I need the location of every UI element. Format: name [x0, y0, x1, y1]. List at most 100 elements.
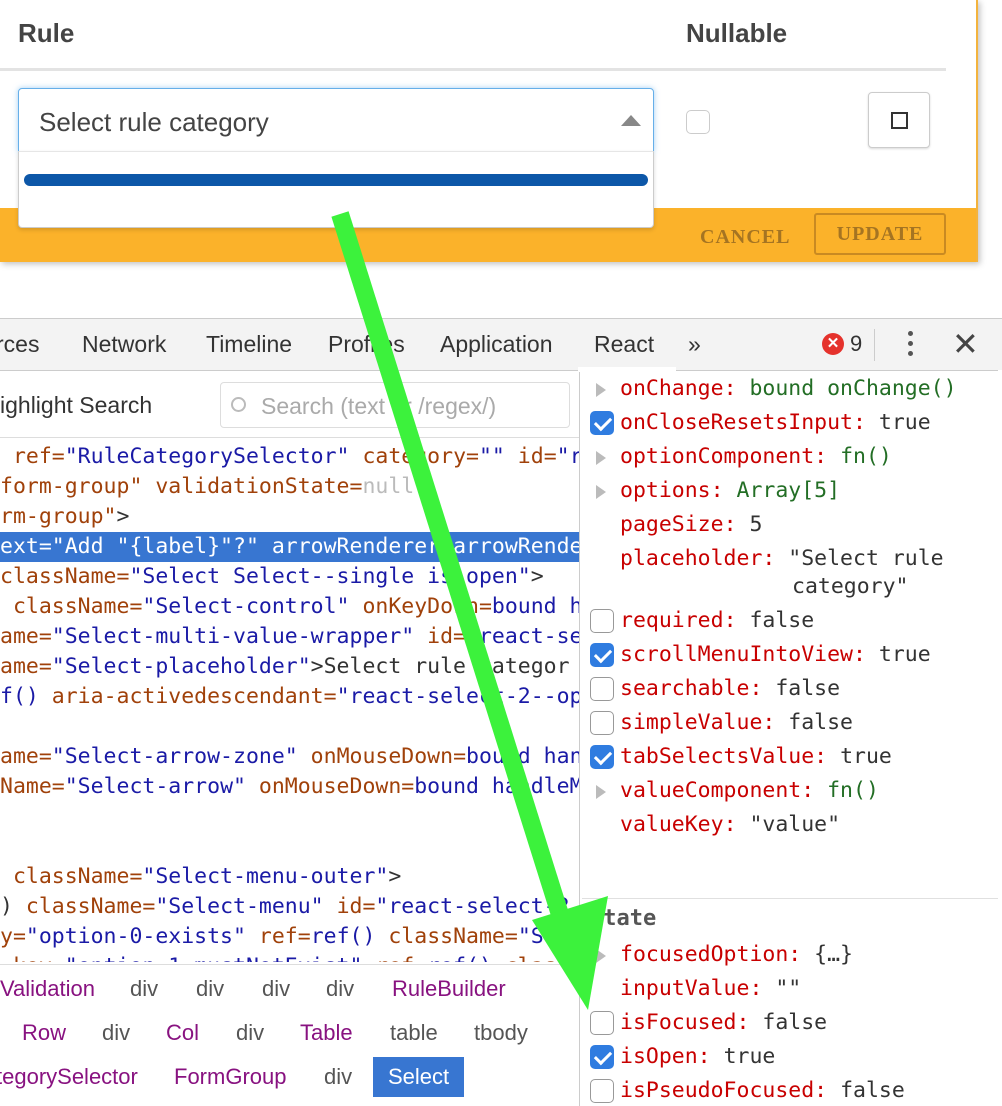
breadcrumb-item[interactable]: div	[236, 1013, 264, 1053]
tree-node[interactable]: className="Select-menu-outer">	[0, 862, 401, 892]
tab-network[interactable]: Network	[82, 331, 166, 358]
cancel-button[interactable]: CANCEL	[700, 226, 790, 249]
tree-node[interactable]: form-group" validationState=null	[0, 472, 414, 502]
bool-checkbox[interactable]	[590, 711, 614, 735]
breadcrumb-item[interactable]: table	[390, 1013, 438, 1053]
prop-row-tabSelectsValue[interactable]: tabSelectsValue: true	[582, 740, 1002, 774]
expand-triangle-icon[interactable]	[596, 383, 606, 397]
close-icon[interactable]: ✕	[952, 325, 979, 363]
kebab-menu-icon[interactable]	[904, 331, 916, 359]
prop-row-isFocused[interactable]: isFocused: false	[582, 1006, 1002, 1040]
tab-profiles[interactable]: Profiles	[328, 331, 405, 358]
prop-row-isOpen[interactable]: isOpen: true	[582, 1040, 1002, 1074]
tree-node[interactable]: className="Select-control" onKeyDown=bou…	[0, 592, 579, 622]
tab-react[interactable]: React	[594, 331, 654, 358]
bool-checkbox[interactable]	[590, 1011, 614, 1035]
expand-triangle-icon[interactable]	[596, 949, 606, 963]
search-input[interactable]	[261, 393, 561, 420]
more-tabs-icon[interactable]: »	[688, 331, 701, 358]
prop-row-searchable[interactable]: searchable: false	[582, 672, 1002, 706]
update-button[interactable]: UPDATE	[814, 213, 946, 255]
bool-checkbox[interactable]	[590, 677, 614, 701]
prop-key-text: isFocused	[620, 1010, 737, 1035]
breadcrumb-item-selected[interactable]: Select	[373, 1057, 465, 1097]
prop-row-valueComponent[interactable]: valueComponent: fn()	[582, 774, 1002, 808]
prop-value: false	[749, 608, 815, 633]
prop-row-onCloseResetsInput[interactable]: onCloseResetsInput: true	[582, 406, 1002, 440]
code-token: )	[0, 894, 13, 919]
code-token: "Select-control"	[142, 594, 350, 619]
bool-checkbox[interactable]	[590, 1045, 614, 1069]
triangle-up-icon[interactable]	[621, 115, 641, 126]
search-box[interactable]	[220, 382, 570, 428]
breadcrumb-item[interactable]: tbody	[474, 1013, 528, 1053]
breadcrumb-item[interactable]: div	[262, 969, 290, 1009]
breadcrumb-item[interactable]: div	[324, 1057, 352, 1097]
tab-application[interactable]: Application	[440, 331, 553, 358]
prop-row-isPseudoFocused[interactable]: isPseudoFocused: false	[582, 1074, 1002, 1106]
code-token: onMouseDown=	[297, 744, 467, 769]
code-token: onMouseDown=	[245, 774, 415, 799]
expand-triangle-icon[interactable]	[596, 785, 606, 799]
rule-category-select[interactable]: Select rule category	[18, 88, 654, 152]
breadcrumb-item[interactable]: RuleBuilder	[392, 969, 506, 1009]
tree-node[interactable]: key="option-1-mustNotExist" ref=ref() cl…	[0, 952, 579, 962]
code-token: rm-group"	[0, 504, 117, 529]
code-token: ame=	[0, 744, 52, 769]
square-button[interactable]	[868, 92, 930, 148]
bool-checkbox[interactable]	[590, 411, 614, 435]
breadcrumb-item[interactable]: Row	[22, 1013, 66, 1053]
prop-row-onChange[interactable]: onChange: bound onChange()	[582, 372, 1002, 406]
code-token: className=	[492, 954, 579, 962]
bool-checkbox[interactable]	[590, 745, 614, 769]
select-menu	[18, 151, 654, 228]
error-count[interactable]: 9	[850, 331, 862, 357]
bool-checkbox[interactable]	[590, 1079, 614, 1103]
prop-key-text: optionComponent	[620, 444, 815, 469]
prop-colon: :	[801, 778, 828, 803]
code-token: "Select-menu"	[155, 894, 324, 919]
expand-triangle-icon[interactable]	[596, 451, 606, 465]
tree-node[interactable]: f() aria-activedescendant="react-select-…	[0, 682, 579, 712]
tree-node[interactable]: ref="RuleCategorySelector" category="" i…	[0, 442, 579, 472]
select-option-loading-bar[interactable]	[24, 174, 648, 186]
tree-node[interactable]: ame="Select-placeholder">Select rule cat…	[0, 652, 570, 682]
breadcrumb-item[interactable]: div	[196, 969, 224, 1009]
nullable-checkbox[interactable]	[686, 110, 710, 134]
tree-node[interactable]: ) className="Select-menu" id="react-sele…	[0, 892, 570, 922]
tab-sources[interactable]: rces	[0, 331, 39, 358]
prop-row-focusedOption[interactable]: focusedOption: {…}	[582, 938, 1002, 972]
error-circle-icon[interactable]: ✕	[822, 333, 844, 355]
breadcrumb-item[interactable]: div	[102, 1013, 130, 1053]
breadcrumb-item[interactable]: tegorySelector	[0, 1057, 138, 1097]
prop-row-simpleValue[interactable]: simpleValue: false	[582, 706, 1002, 740]
breadcrumb-item[interactable]: Validation	[0, 969, 95, 1009]
code-token: onKeyDown=	[349, 594, 492, 619]
tree-node[interactable]: ame="Select-arrow-zone" onMouseDown=boun…	[0, 742, 579, 772]
tree-node[interactable]: Name="Select-arrow" onMouseDown=bound ha…	[0, 772, 579, 802]
bool-checkbox[interactable]	[590, 643, 614, 667]
breadcrumb-item[interactable]: Col	[166, 1013, 199, 1053]
code-token: "Select Select--single is-open"	[129, 564, 531, 589]
tree-node[interactable]: ame="Select-multi-value-wrapper" id="rea…	[0, 622, 579, 652]
tree-node[interactable]: className="Select Select--single is-open…	[0, 562, 544, 592]
breadcrumb-item[interactable]: FormGroup	[174, 1057, 286, 1097]
tree-node[interactable]: rm-group">	[0, 502, 129, 532]
prop-row-pageSize[interactable]: pageSize: 5	[582, 508, 1002, 542]
tree-node-selected[interactable]: ext="Add "{label}"?" arrowRenderer=arrow…	[0, 532, 579, 562]
breadcrumb-item[interactable]: Table	[300, 1013, 353, 1053]
highlight-search-toggle[interactable]: ighlight Search	[0, 392, 152, 419]
prop-row-optionComponent[interactable]: optionComponent: fn()	[582, 440, 1002, 474]
breadcrumb-item[interactable]: div	[326, 969, 354, 1009]
expand-triangle-icon[interactable]	[596, 485, 606, 499]
prop-row-scrollMenuIntoView[interactable]: scrollMenuIntoView: true	[582, 638, 1002, 672]
prop-row-required[interactable]: required: false	[582, 604, 1002, 638]
component-tree[interactable]: ref="RuleCategorySelector" category="" i…	[0, 442, 579, 962]
breadcrumb-item[interactable]: div	[130, 969, 158, 1009]
tree-node[interactable]: y="option-0-exists" ref=ref() className=…	[0, 922, 557, 952]
prop-row-options[interactable]: options: Array[5]	[582, 474, 1002, 508]
bool-checkbox[interactable]	[590, 609, 614, 633]
prop-row-valueKey[interactable]: valueKey: "value"	[582, 808, 1002, 842]
prop-row-inputValue[interactable]: inputValue: ""	[582, 972, 1002, 1006]
tab-timeline[interactable]: Timeline	[206, 331, 292, 358]
